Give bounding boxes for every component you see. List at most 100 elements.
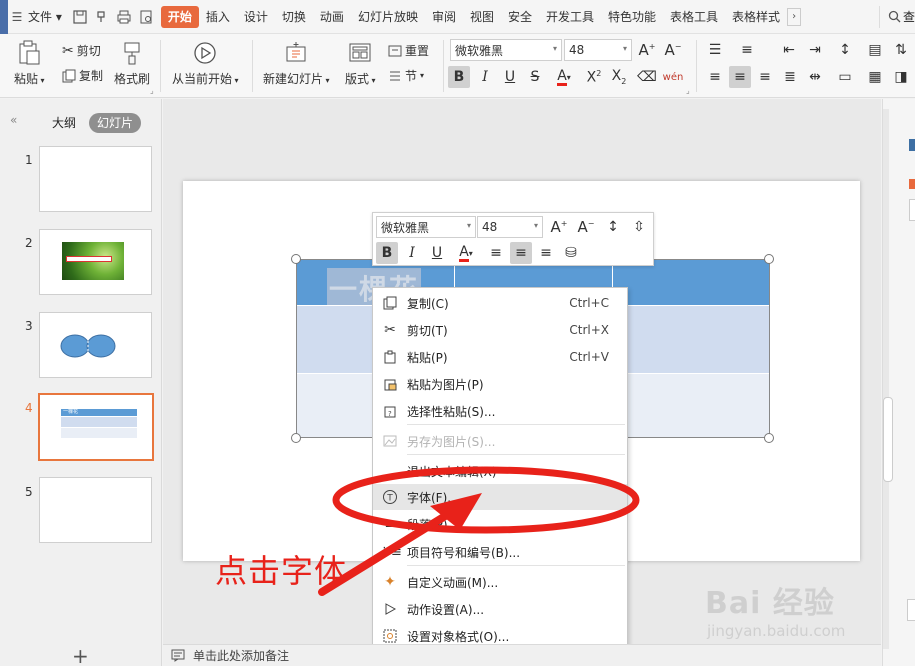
tab-8[interactable]: 安全: [501, 6, 539, 28]
italic-button[interactable]: I: [474, 66, 496, 88]
clear-format-button[interactable]: ⌫: [636, 66, 658, 88]
file-menu[interactable]: 文件 ▾: [26, 6, 69, 28]
copy-menu-item[interactable]: 复制(C) Ctrl+C: [373, 290, 627, 316]
tab-6[interactable]: 审阅: [425, 6, 463, 28]
grow-font-button[interactable]: A+: [636, 39, 658, 61]
font-expand-icon[interactable]: ⌟: [686, 86, 690, 95]
numbering-button[interactable]: ≡: [736, 39, 758, 61]
subscript-button[interactable]: X2: [608, 66, 630, 88]
align-center-button[interactable]: ≡: [729, 66, 751, 88]
tab-2[interactable]: 设计: [237, 6, 275, 28]
pane-scrollbar-thumb[interactable]: [883, 397, 893, 482]
font-menu-item[interactable]: T 字体(F)...: [373, 484, 627, 510]
action-settings-menu-item[interactable]: 动作设置(A)...: [373, 596, 627, 622]
font-name-select[interactable]: 微软雅黑 ▾: [450, 39, 562, 61]
arrange-button[interactable]: ▦: [864, 66, 886, 88]
mini-font-size-select[interactable]: 48 ▾: [477, 216, 543, 238]
tab-0[interactable]: 开始: [160, 5, 199, 28]
mini-fill-button[interactable]: ⛁: [560, 242, 582, 264]
paste-menu-item[interactable]: 粘贴(P) Ctrl+V: [373, 344, 627, 370]
superscript-button[interactable]: X2: [583, 66, 605, 88]
custom-animation-menu-item[interactable]: ✦ 自定义动画(M)...: [373, 569, 627, 595]
cut-menu-item[interactable]: ✂ 剪切(T) Ctrl+X: [373, 317, 627, 343]
mini-paragraph-spacing-button[interactable]: ⇳: [628, 216, 650, 238]
slide-thumbnail-1[interactable]: [39, 146, 152, 212]
search-box[interactable]: 查: [878, 5, 915, 28]
new-slide-button[interactable]: 新建幻灯片 ▾: [263, 40, 330, 87]
resize-handle-top-left[interactable]: [291, 254, 301, 264]
play-from-current-button[interactable]: 从当前开始 ▾: [172, 40, 239, 87]
format-painter-quick-icon[interactable]: [91, 6, 113, 28]
tab-3[interactable]: 切换: [275, 6, 313, 28]
paste-as-image-menu-item[interactable]: 粘贴为图片(P): [373, 371, 627, 397]
font-size-select[interactable]: 48 ▾: [564, 39, 632, 61]
notes-bar[interactable]: 单击此处添加备注: [163, 644, 881, 666]
text-box-button[interactable]: ▭: [834, 66, 856, 88]
tab-5[interactable]: 幻灯片放映: [351, 6, 425, 28]
resize-handle-top-right[interactable]: [764, 254, 774, 264]
increase-indent-button[interactable]: ⇥: [804, 39, 826, 61]
more-tabs-icon[interactable]: ›: [787, 7, 802, 26]
paragraph-menu-item[interactable]: ≡ 段落(P)...: [373, 511, 627, 537]
mini-font-name-select[interactable]: 微软雅黑 ▾: [376, 216, 476, 238]
font-color-button[interactable]: A ▾: [549, 66, 579, 88]
text-direction-button[interactable]: ⇅: [890, 39, 912, 61]
align-left-button[interactable]: ≡: [704, 66, 726, 88]
bold-button[interactable]: B: [448, 66, 470, 88]
format-painter-button[interactable]: 格式刷: [114, 40, 150, 87]
tab-11[interactable]: 表格工具: [663, 6, 725, 28]
align-right-button[interactable]: ≡: [754, 66, 776, 88]
tab-1[interactable]: 插入: [199, 6, 237, 28]
layout-button[interactable]: 版式 ▾: [345, 40, 376, 87]
tab-7[interactable]: 视图: [463, 6, 501, 28]
slide-thumbnail-3[interactable]: [39, 312, 152, 378]
print-icon[interactable]: [113, 6, 135, 28]
reset-button[interactable]: 重置: [388, 42, 429, 59]
pane-input-stub[interactable]: [909, 199, 915, 221]
preview-icon[interactable]: [135, 6, 157, 28]
columns-button[interactable]: ▤: [864, 39, 886, 61]
slide-thumbnail-5[interactable]: [39, 477, 152, 543]
mini-bold-button[interactable]: B: [376, 242, 398, 264]
mini-align-left-button[interactable]: ≡: [485, 242, 507, 264]
bullets-numbering-menu-item[interactable]: ⋮≡ 项目符号和编号(B)...: [373, 539, 627, 565]
table-cell-header-3[interactable]: [613, 260, 769, 305]
save-icon[interactable]: [69, 6, 91, 28]
mini-align-center-button[interactable]: ≡: [510, 242, 532, 264]
copy-button[interactable]: 复制: [62, 67, 103, 84]
cut-button[interactable]: ✂ 剪切: [62, 42, 101, 59]
paste-special-menu-item[interactable]: ? 选择性粘贴(S)...: [373, 398, 627, 424]
line-spacing-button[interactable]: ↕: [834, 39, 856, 61]
phonetic-guide-button[interactable]: wén: [662, 66, 684, 88]
collapse-panel-icon[interactable]: «: [10, 113, 17, 127]
mini-grow-font-button[interactable]: A+: [548, 216, 570, 238]
slide-thumbnail-2[interactable]: [39, 229, 152, 295]
justify-button[interactable]: ≣: [779, 66, 801, 88]
mini-align-right-button[interactable]: ≡: [535, 242, 557, 264]
pane-input-stub-bottom[interactable]: [907, 599, 915, 621]
mini-shrink-font-button[interactable]: A−: [575, 216, 597, 238]
decrease-indent-button[interactable]: ⇤: [778, 39, 800, 61]
tab-outline[interactable]: 大纲: [44, 113, 84, 133]
tab-4[interactable]: 动画: [313, 6, 351, 28]
add-slide-button[interactable]: +: [72, 644, 89, 666]
mini-line-spacing-button[interactable]: ↕: [602, 216, 624, 238]
resize-handle-bottom-right[interactable]: [764, 433, 774, 443]
strikethrough-button[interactable]: S: [524, 66, 546, 88]
exit-text-edit-menu-item[interactable]: 退出文本编辑(X): [373, 458, 627, 484]
tab-slides[interactable]: 幻灯片: [89, 113, 142, 133]
section-button[interactable]: 节 ▾: [388, 67, 424, 84]
pane-tab-icon[interactable]: [909, 139, 915, 151]
slide-thumbnail-4[interactable]: 一棵花: [38, 393, 154, 461]
tab-12[interactable]: 表格样式: [725, 6, 787, 28]
shrink-font-button[interactable]: A−: [662, 39, 684, 61]
tab-10[interactable]: 特色功能: [601, 6, 663, 28]
bullets-button[interactable]: ☰: [704, 39, 726, 61]
distribute-button[interactable]: ⇹: [804, 66, 826, 88]
resize-handle-bottom-left[interactable]: [291, 433, 301, 443]
mini-underline-button[interactable]: U: [426, 242, 448, 264]
mini-font-color-button[interactable]: A ▾: [451, 242, 481, 264]
tab-9[interactable]: 开发工具: [539, 6, 601, 28]
underline-button[interactable]: U: [499, 66, 521, 88]
paste-button[interactable]: 粘贴 ▾: [14, 40, 45, 87]
